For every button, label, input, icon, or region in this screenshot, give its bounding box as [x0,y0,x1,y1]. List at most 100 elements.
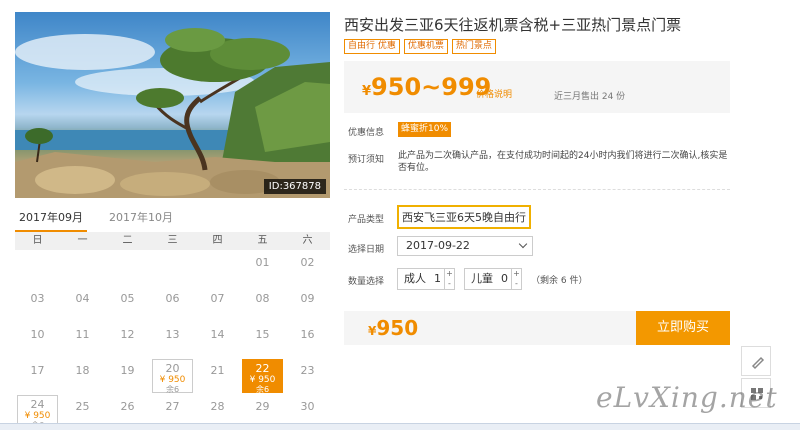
calendar-day-number: 19 [120,364,135,377]
price-range: ¥950~999 [362,73,492,101]
calendar-day-number: 15 [255,328,270,341]
calendar-day-number: 26 [120,400,135,413]
child-count: 0 [501,272,508,285]
price-box: ¥950~999 价格说明 近三月售出 24 份 [344,61,730,113]
calendar-day-number: 07 [210,292,225,305]
calendar-day-price: ¥ 950 [159,375,186,385]
photo-id-badge: ID:367878 [263,179,326,194]
calendar-day-cell: 07 [195,286,240,322]
adult-increment[interactable]: + [445,269,454,279]
calendar-day-number: 24 [30,398,45,411]
date-label: 选择日期 [348,245,385,255]
tab-month-sep[interactable]: 2017年09月 [15,210,87,232]
remaining-stock: （剩余 6 件） [531,276,588,286]
calendar-day-number: 22 [255,362,270,375]
calendar-weekday-header: 日 一 二 三 四 五 六 [15,232,330,250]
calendar-day-number: 18 [75,364,90,377]
calendar-day-cell: 08 [240,286,285,322]
calendar-week-row: 03 04 05 06 07 08 09 [15,286,330,322]
child-stepper[interactable]: 儿童 0 + - [464,268,522,290]
adult-count: 1 [434,272,441,285]
weekday-mon: 一 [77,235,88,246]
weekday-fri: 五 [257,235,268,246]
child-increment[interactable]: + [512,269,521,279]
child-spinner[interactable]: + - [511,269,521,289]
calendar-day-number: 30 [300,400,315,413]
calendar-day-cell: 13 [150,322,195,358]
calendar-day-price: ¥ 950 [24,411,51,421]
calendar-empty-cell [150,250,195,286]
calendar-day-number: 23 [300,364,315,377]
pencil-icon [751,356,765,370]
calendar-day-number: 14 [210,328,225,341]
calendar-week-row: 10 11 12 13 14 15 16 [15,322,330,358]
calendar-day-number: 27 [165,400,180,413]
calendar-day-number [195,250,240,256]
adult-spinner[interactable]: + - [444,269,454,289]
calendar-day-number: 28 [210,400,225,413]
calendar-day-number: 06 [165,292,180,305]
calendar-day-number: 01 [255,256,270,269]
calendar-day-number: 05 [120,292,135,305]
calendar-day-number: 21 [210,364,225,377]
calendar-day-cell[interactable]: 22 ¥ 950 余6 [242,359,283,394]
calendar-day-price: ¥ 950 [249,375,276,385]
date-value: 2017-09-22 [406,239,470,252]
adult-label: 成人 [404,272,426,285]
calendar-day-cell: 10 [15,322,60,358]
product-title: 西安出发三亚6天往返机票含税+三亚热门景点门票 [344,16,682,34]
booking-notice-label: 预订须知 [348,155,385,165]
sold-count: 近三月售出 24 份 [554,92,626,102]
calendar-day-number [105,250,150,256]
calendar-empty-cell [195,250,240,286]
calendar-day-cell[interactable]: 20 ¥ 950 余6 [152,359,193,394]
calendar-day-number: 08 [255,292,270,305]
calendar-day-number: 09 [300,292,315,305]
calendar-day-number: 10 [30,328,45,341]
calendar-day-number [150,250,195,256]
calendar-day-number: 02 [300,256,315,269]
booking-notice-text: 此产品为二次确认产品，在支付成功时间起的24小时内我们将进行二次确认,核实是否有… [398,151,728,173]
calendar-day-number: 25 [75,400,90,413]
adult-decrement[interactable]: - [445,279,454,289]
child-decrement[interactable]: - [512,279,521,289]
weekday-thu: 四 [212,235,223,246]
edit-tool-button[interactable] [741,346,771,376]
tab-month-oct[interactable]: 2017年10月 [105,210,177,232]
adult-stepper[interactable]: 成人 1 + - [397,268,455,290]
discount-badge: 蜂蜜折10% [398,122,452,137]
calendar-day-cell: 11 [60,322,105,358]
calendar-day-cell: 16 [285,322,330,358]
product-tags: 自由行 优惠 优惠机票 热门景点 [344,39,496,54]
buy-price: ¥950 [368,316,419,340]
calendar-day-stock: 余6 [255,385,270,394]
tag-cheap-flight: 优惠机票 [403,39,448,54]
discount-label: 优惠信息 [348,128,385,138]
calendar-week-row: 17 18 19 20 ¥ 950 余6 21 22 ¥ 950 余6 23 [15,358,330,394]
calendar-day-number: 20 [165,362,180,375]
weekday-sun: 日 [32,235,43,246]
weekday-sat: 六 [302,235,313,246]
date-select[interactable]: 2017-09-22 [397,236,533,256]
calendar-day-number: 29 [255,400,270,413]
coastal-tree-image [15,28,330,198]
browser-status-bar [0,423,800,430]
weekday-wed: 三 [167,235,178,246]
product-type-label: 产品类型 [348,215,385,225]
calendar-empty-cell [60,250,105,286]
calendar-week-row: 01 02 [15,250,330,286]
calendar-day-number: 17 [30,364,45,377]
calendar-day-cell: 03 [15,286,60,322]
product-photo: ID:367878 [15,12,330,198]
calendar-day-number: 16 [300,328,315,341]
buy-now-button[interactable]: 立即购买 [636,311,730,345]
product-type-option[interactable]: 西安飞三亚6天5晚自由行 [397,205,531,229]
calendar-day-cell: 06 [150,286,195,322]
calendar-day-cell: 17 [15,358,60,394]
calendar-day-cell: 18 [60,358,105,394]
calendar-day-number: 13 [165,328,180,341]
price-note-link[interactable]: 价格说明 [476,87,512,100]
section-divider [344,189,730,190]
calendar-day-cell: 19 [105,358,150,394]
tag-free-travel: 自由行 优惠 [344,39,400,54]
